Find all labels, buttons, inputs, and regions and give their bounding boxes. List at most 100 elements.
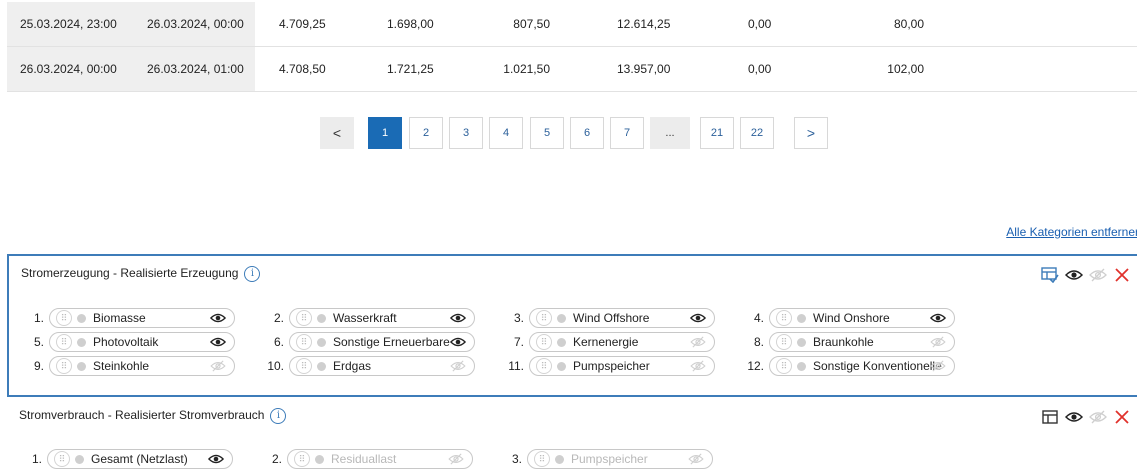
pagination-ellipsis[interactable]: ... — [650, 117, 690, 149]
eye-off-icon[interactable] — [450, 360, 466, 372]
eye-off-icon[interactable] — [448, 453, 464, 465]
category-chip[interactable]: ⠿ Steinkohle — [49, 356, 235, 376]
pagination-page[interactable]: 5 — [530, 117, 564, 149]
pagination-page[interactable]: 22 — [740, 117, 774, 149]
category-chip[interactable]: ⠿ Biomasse — [49, 308, 235, 328]
pagination-page[interactable]: 4 — [489, 117, 523, 149]
eye-off-icon[interactable] — [1089, 408, 1107, 426]
drag-handle-icon[interactable]: ⠿ — [54, 451, 70, 467]
pagination-next-button[interactable]: > — [794, 117, 828, 149]
category-slot: 8. ⠿ Braunkohle — [736, 332, 961, 352]
eye-off-icon[interactable] — [690, 360, 706, 372]
category-slot: 10. ⠿ Erdgas — [256, 356, 481, 376]
eye-icon[interactable] — [689, 312, 707, 324]
pagination-prev-button[interactable]: < — [320, 117, 354, 149]
eye-icon[interactable] — [207, 453, 225, 465]
pagination-page[interactable]: 6 — [570, 117, 604, 149]
pagination-page[interactable]: 2 — [409, 117, 443, 149]
panel-actions — [1041, 266, 1131, 284]
category-number: 10. — [267, 359, 284, 373]
table-row: 25.03.2024, 23:00 26.03.2024, 00:00 4.709,… — [7, 2, 1137, 47]
category-label: Residuallast — [331, 452, 397, 466]
eye-icon[interactable] — [1065, 408, 1083, 426]
drag-handle-icon[interactable]: ⠿ — [776, 358, 792, 374]
category-chip[interactable]: ⠿ Pumpspeicher — [527, 449, 713, 469]
table-cell: 26.03.2024, 00:00 — [20, 62, 117, 76]
category-panel-generation[interactable]: Stromerzeugung - Realisierte Erzeugung i … — [7, 254, 1137, 397]
color-dot-icon — [77, 362, 86, 371]
eye-icon[interactable] — [929, 312, 947, 324]
category-number: 2. — [271, 452, 282, 466]
category-panel-consumption[interactable]: Stromverbrauch - Realisierter Stromverbr… — [7, 397, 1137, 474]
drag-handle-icon[interactable]: ⠿ — [294, 451, 310, 467]
pagination-page[interactable]: 1 — [368, 117, 402, 149]
pagination-page[interactable]: 7 — [610, 117, 644, 149]
color-dot-icon — [315, 455, 324, 464]
drag-handle-icon[interactable]: ⠿ — [56, 310, 72, 326]
close-icon[interactable] — [1113, 408, 1131, 426]
category-number: 6. — [273, 335, 284, 349]
category-label: Pumpspeicher — [571, 452, 648, 466]
drag-handle-icon[interactable]: ⠿ — [776, 334, 792, 350]
drag-handle-icon[interactable]: ⠿ — [56, 358, 72, 374]
eye-off-icon[interactable] — [690, 336, 706, 348]
category-chip[interactable]: ⠿ Residuallast — [287, 449, 473, 469]
info-icon[interactable]: i — [244, 266, 261, 282]
drag-handle-icon[interactable]: ⠿ — [296, 358, 312, 374]
eye-icon[interactable] — [449, 336, 467, 348]
category-chip[interactable]: ⠿ Sonstige Konventionelle — [769, 356, 955, 376]
color-dot-icon — [797, 362, 806, 371]
eye-icon[interactable] — [209, 336, 227, 348]
category-label: Pumpspeicher — [573, 359, 650, 373]
remove-all-categories-link[interactable]: Alle Kategorien entferner — [1006, 225, 1137, 239]
category-chip[interactable]: ⠿ Wasserkraft — [289, 308, 475, 328]
color-dot-icon — [557, 314, 566, 323]
pagination-page[interactable]: 21 — [700, 117, 734, 149]
category-chip[interactable]: ⠿ Pumpspeicher — [529, 356, 715, 376]
drag-handle-icon[interactable]: ⠿ — [536, 334, 552, 350]
table-cell: 807,50 — [513, 17, 550, 31]
category-label: Gesamt (Netzlast) — [91, 452, 188, 466]
category-chip[interactable]: ⠿ Photovoltaik — [49, 332, 235, 352]
category-number: 3. — [511, 452, 522, 466]
color-dot-icon — [797, 338, 806, 347]
drag-handle-icon[interactable]: ⠿ — [536, 358, 552, 374]
table-cell: 12.614,25 — [617, 17, 671, 31]
category-label: Kernenergie — [573, 335, 639, 349]
eye-icon[interactable] — [1065, 266, 1083, 284]
category-chip[interactable]: ⠿ Wind Offshore — [529, 308, 715, 328]
drag-handle-icon[interactable]: ⠿ — [536, 310, 552, 326]
category-chip[interactable]: ⠿ Wind Onshore — [769, 308, 955, 328]
data-table: 25.03.2024, 23:00 26.03.2024, 00:00 4.709,… — [7, 2, 1137, 92]
category-label: Wind Onshore — [813, 311, 890, 325]
eye-icon[interactable] — [209, 312, 227, 324]
category-number: 12. — [747, 359, 764, 373]
drag-handle-icon[interactable]: ⠿ — [296, 334, 312, 350]
close-icon[interactable] — [1113, 266, 1131, 284]
table-cell: 26.03.2024, 01:00 — [147, 62, 244, 76]
category-number: 8. — [753, 335, 764, 349]
eye-off-icon[interactable] — [210, 360, 226, 372]
eye-off-icon[interactable] — [1089, 266, 1107, 284]
eye-off-icon[interactable] — [930, 336, 946, 348]
table-layout-icon[interactable] — [1041, 408, 1059, 426]
category-chip[interactable]: ⠿ Sonstige Erneuerbare — [289, 332, 475, 352]
drag-handle-icon[interactable]: ⠿ — [776, 310, 792, 326]
drag-handle-icon[interactable]: ⠿ — [296, 310, 312, 326]
category-slot: 2. ⠿ Wasserkraft — [256, 308, 481, 328]
category-chip[interactable]: ⠿ Gesamt (Netzlast) — [47, 449, 233, 469]
chart-check-icon[interactable] — [1041, 266, 1059, 284]
eye-off-icon[interactable] — [688, 453, 704, 465]
category-slot: 1. ⠿ Gesamt (Netzlast) — [14, 449, 239, 469]
drag-handle-icon[interactable]: ⠿ — [534, 451, 550, 467]
drag-handle-icon[interactable]: ⠿ — [56, 334, 72, 350]
category-chip[interactable]: ⠿ Erdgas — [289, 356, 475, 376]
category-chip[interactable]: ⠿ Braunkohle — [769, 332, 955, 352]
info-icon[interactable]: i — [270, 408, 287, 424]
pagination-page[interactable]: 3 — [449, 117, 483, 149]
category-label: Wind Offshore — [573, 311, 650, 325]
category-chip[interactable]: ⠿ Kernenergie — [529, 332, 715, 352]
eye-off-icon[interactable] — [930, 360, 946, 372]
category-label: Steinkohle — [93, 359, 150, 373]
eye-icon[interactable] — [449, 312, 467, 324]
